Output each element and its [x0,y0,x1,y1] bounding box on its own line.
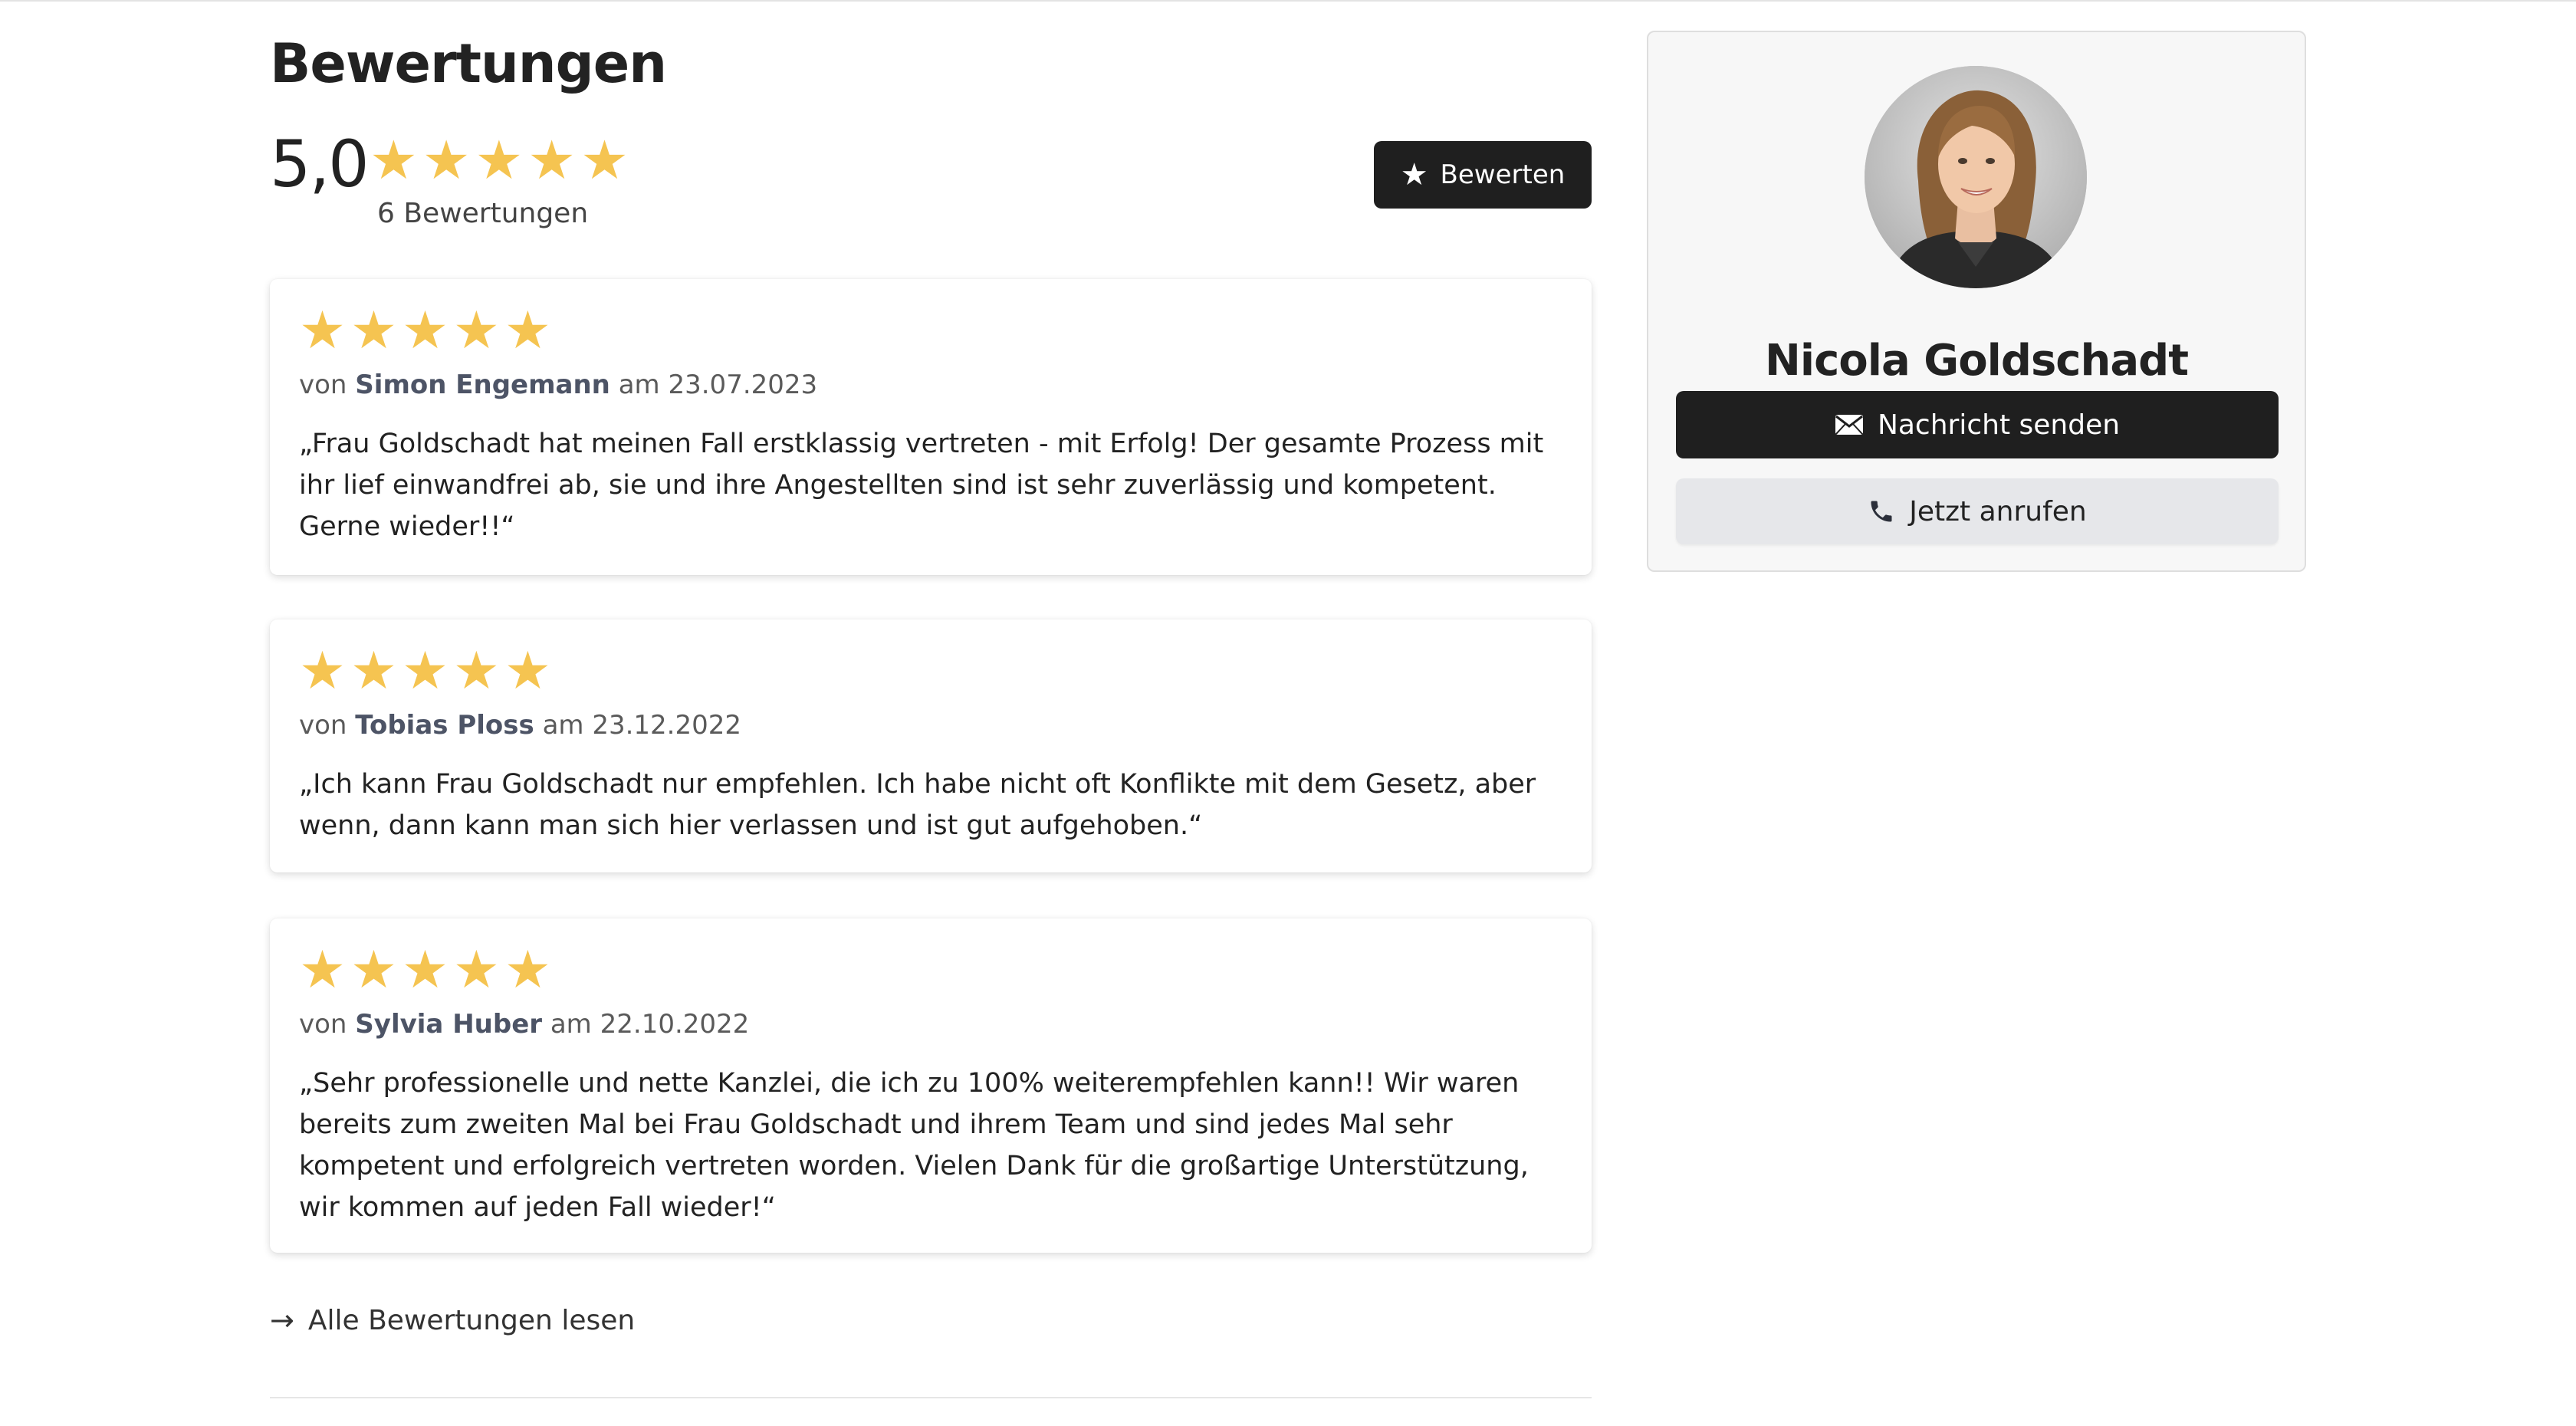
star-icon: ★ [580,129,629,192]
send-message-label: Nachricht senden [1877,409,2121,441]
call-button-label: Jetzt anrufen [1909,495,2087,527]
rate-button[interactable]: ★ Bewerten [1374,141,1592,209]
arrow-right-icon: → [270,1303,294,1337]
review-author: Sylvia Huber [355,1009,543,1040]
star-icon: ★ [452,940,500,1001]
star-icon: ★ [401,301,449,361]
avatar-image [1865,66,2087,288]
review-date: 23.12.2022 [592,710,742,741]
star-icon: ★ [401,940,449,1001]
all-reviews-link[interactable]: → Alle Bewertungen lesen [270,1303,635,1337]
all-reviews-label: Alle Bewertungen lesen [307,1304,636,1336]
star-icon: ★ [452,641,500,702]
star-icon: ★ [452,301,500,361]
star-icon: ★ [504,940,551,1001]
profile-name: Nicola Goldschadt [1765,336,2189,386]
review-stars: ★ ★ ★ ★ ★ [299,305,1562,357]
avatar [1865,66,2087,288]
envelope-icon [1835,415,1863,435]
review-text: „Frau Goldschadt hat meinen Fall erstkla… [299,429,1544,542]
star-icon: ★ [299,641,346,702]
review-card: ★ ★ ★ ★ ★ von Simon Engemann am 23.07.20… [270,279,1592,575]
average-rating-stars: ★ ★ ★ ★ ★ [370,133,629,187]
star-icon: ★ [475,129,524,192]
call-button[interactable]: Jetzt anrufen [1676,478,2279,544]
review-author: Tobias Ploss [355,710,534,741]
review-card: ★ ★ ★ ★ ★ von Tobias Ploss am 23.12.2022… [270,619,1592,872]
section-title: Bewertungen [270,32,667,95]
divider [270,1397,1592,1398]
review-stars: ★ ★ ★ ★ ★ [299,646,1562,698]
review-date: 22.10.2022 [600,1009,750,1040]
star-icon: ★ [370,129,418,192]
review-date-prefix: am [550,1009,592,1040]
star-icon: ★ [422,129,471,192]
average-rating: 5,0 [270,127,370,202]
send-message-button[interactable]: Nachricht senden [1676,391,2279,458]
review-stars: ★ ★ ★ ★ ★ [299,945,1562,997]
review-prefix: von [299,370,347,400]
star-icon: ★ [299,301,346,361]
star-icon: ★ [1400,157,1428,192]
star-icon: ★ [401,641,449,702]
review-date-prefix: am [618,370,660,400]
profile-card: Nicola Goldschadt Nachricht senden Jetzt… [1647,31,2306,572]
review-text: „Sehr professionelle und nette Kanzlei, … [299,1068,1529,1223]
review-date-prefix: am [542,710,584,741]
phone-icon [1871,501,1892,522]
review-count: 6 Bewertungen [377,198,589,229]
star-icon: ★ [504,301,551,361]
star-icon: ★ [527,129,577,192]
review-author: Simon Engemann [355,370,610,400]
review-meta: von Sylvia Huber am 22.10.2022 [299,1009,1562,1040]
review-meta: von Simon Engemann am 23.07.2023 [299,370,1562,400]
review-date: 23.07.2023 [668,370,818,400]
review-text: „Ich kann Frau Goldschadt nur empfehlen.… [299,769,1536,841]
star-icon: ★ [299,940,346,1001]
star-icon: ★ [350,641,397,702]
page: Bewertungen 5,0 ★ ★ ★ ★ ★ 6 Bewertungen … [0,0,2576,1426]
rate-button-label: Bewerten [1440,159,1566,190]
review-prefix: von [299,710,347,741]
review-prefix: von [299,1009,347,1040]
review-card: ★ ★ ★ ★ ★ von Sylvia Huber am 22.10.2022… [270,918,1592,1253]
star-icon: ★ [504,641,551,702]
star-icon: ★ [350,940,397,1001]
review-meta: von Tobias Ploss am 23.12.2022 [299,710,1562,741]
star-icon: ★ [350,301,397,361]
